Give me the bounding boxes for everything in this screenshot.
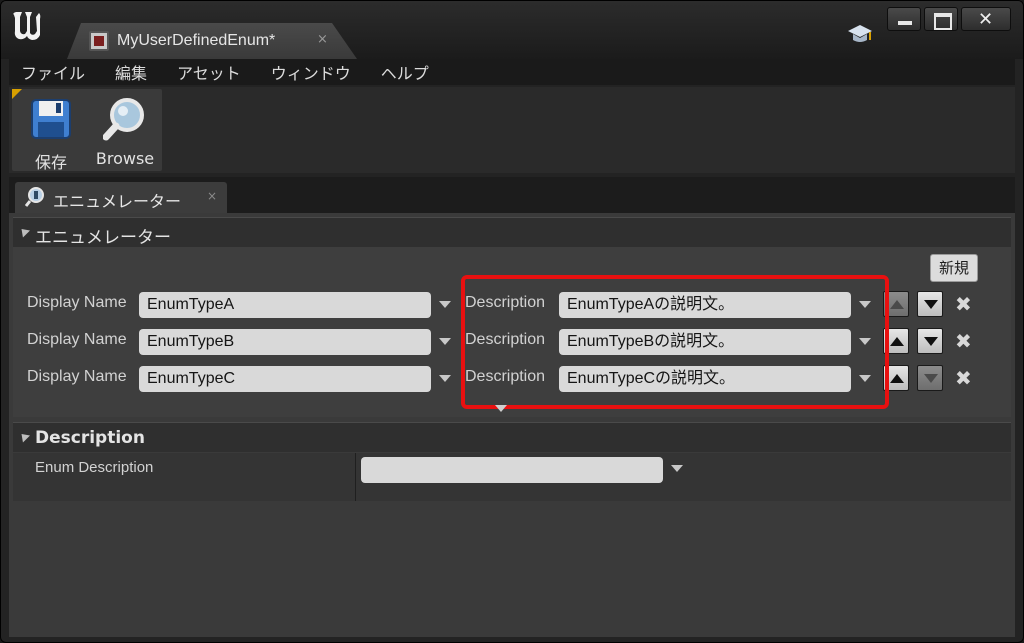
menu-file[interactable]: ファイル bbox=[21, 60, 85, 84]
enumerators-category-label: エニュメレーター bbox=[35, 228, 171, 248]
title-bar: MyUserDefinedEnum* × ✕ bbox=[1, 1, 1023, 59]
display-name-field[interactable]: EnumTypeB bbox=[139, 329, 431, 355]
unreal-logo-icon[interactable] bbox=[10, 9, 44, 43]
enumerators-category-header[interactable]: エニュメレーター bbox=[13, 217, 1011, 248]
menu-window[interactable]: ウィンドウ bbox=[271, 60, 351, 84]
arrow-down-icon bbox=[924, 337, 938, 346]
enum-description-label: Enum Description bbox=[35, 459, 154, 476]
display-name-field[interactable]: EnumTypeA bbox=[139, 292, 431, 318]
description-category-body: Enum Description bbox=[13, 453, 1011, 501]
enum-description-dropdown-icon[interactable] bbox=[671, 465, 683, 472]
move-down-button[interactable] bbox=[917, 328, 943, 354]
tab-close-icon[interactable]: × bbox=[207, 189, 217, 203]
display-name-dropdown-icon[interactable] bbox=[439, 375, 451, 382]
browse-button[interactable]: Browse bbox=[90, 93, 160, 169]
close-window-button[interactable]: ✕ bbox=[961, 7, 1011, 31]
enum-asset-icon bbox=[89, 31, 109, 51]
description-category-header[interactable]: Description bbox=[13, 422, 1011, 452]
arrow-up-icon bbox=[890, 300, 904, 309]
menu-bar: ファイル 編集 アセット ウィンドウ ヘルプ bbox=[9, 59, 1015, 85]
save-label: 保存 bbox=[34, 153, 67, 172]
editor-window: MyUserDefinedEnum* × ✕ ファイル 編集 アセット ウィンド… bbox=[0, 0, 1024, 643]
floppy-disk-icon bbox=[31, 99, 71, 139]
display-name-label: Display Name bbox=[27, 331, 127, 348]
remove-enumerator-icon[interactable]: ✖ bbox=[955, 292, 972, 316]
magnifier-icon bbox=[103, 98, 144, 141]
tab-enumerators[interactable]: エニュメレーター × bbox=[15, 182, 227, 213]
remove-enumerator-icon[interactable]: ✖ bbox=[955, 329, 972, 353]
toolbar-group: 保存 Browse bbox=[12, 89, 162, 172]
new-enumerator-button[interactable]: 新規 bbox=[930, 254, 978, 282]
arrow-down-icon bbox=[924, 300, 938, 309]
window-controls: ✕ bbox=[887, 7, 1011, 31]
minimize-button[interactable] bbox=[887, 7, 921, 31]
arrow-up-icon bbox=[890, 374, 904, 383]
graduation-cap-icon[interactable] bbox=[847, 23, 873, 45]
browse-label: Browse bbox=[95, 149, 155, 168]
display-name-label: Display Name bbox=[27, 294, 127, 311]
menu-edit[interactable]: 編集 bbox=[115, 60, 147, 84]
toolbar: 保存 Browse bbox=[9, 87, 1015, 173]
display-name-field[interactable]: EnumTypeC bbox=[139, 366, 431, 392]
display-name-dropdown-icon[interactable] bbox=[439, 338, 451, 345]
menu-asset[interactable]: アセット bbox=[177, 60, 241, 84]
move-down-button[interactable] bbox=[917, 365, 943, 391]
display-name-dropdown-icon[interactable] bbox=[439, 301, 451, 308]
description-category-label: Description bbox=[35, 428, 145, 448]
arrow-up-icon bbox=[890, 337, 904, 346]
move-down-button[interactable] bbox=[917, 291, 943, 317]
collapse-triangle-icon bbox=[17, 225, 31, 238]
enum-description-field[interactable] bbox=[361, 457, 663, 483]
expand-arrow-icon[interactable] bbox=[495, 405, 507, 412]
tab-enumerators-label: エニュメレーター bbox=[53, 192, 182, 211]
panel-tab-strip: エニュメレーター × bbox=[9, 177, 1015, 213]
collapse-triangle-icon bbox=[17, 430, 31, 443]
display-name-label: Display Name bbox=[27, 368, 127, 385]
menu-help[interactable]: ヘルプ bbox=[381, 60, 429, 84]
document-tab[interactable]: MyUserDefinedEnum* × bbox=[67, 23, 357, 59]
details-magnifier-icon bbox=[25, 187, 44, 207]
maximize-button[interactable] bbox=[924, 7, 958, 31]
highlight-box bbox=[461, 275, 889, 409]
save-button[interactable]: 保存 bbox=[16, 93, 86, 172]
close-icon: ✕ bbox=[978, 9, 994, 30]
document-tab-close-icon[interactable]: × bbox=[317, 32, 328, 47]
arrow-down-icon bbox=[924, 374, 938, 383]
remove-enumerator-icon[interactable]: ✖ bbox=[955, 366, 972, 390]
column-splitter[interactable] bbox=[355, 453, 356, 501]
document-tab-label: MyUserDefinedEnum* bbox=[117, 32, 276, 49]
